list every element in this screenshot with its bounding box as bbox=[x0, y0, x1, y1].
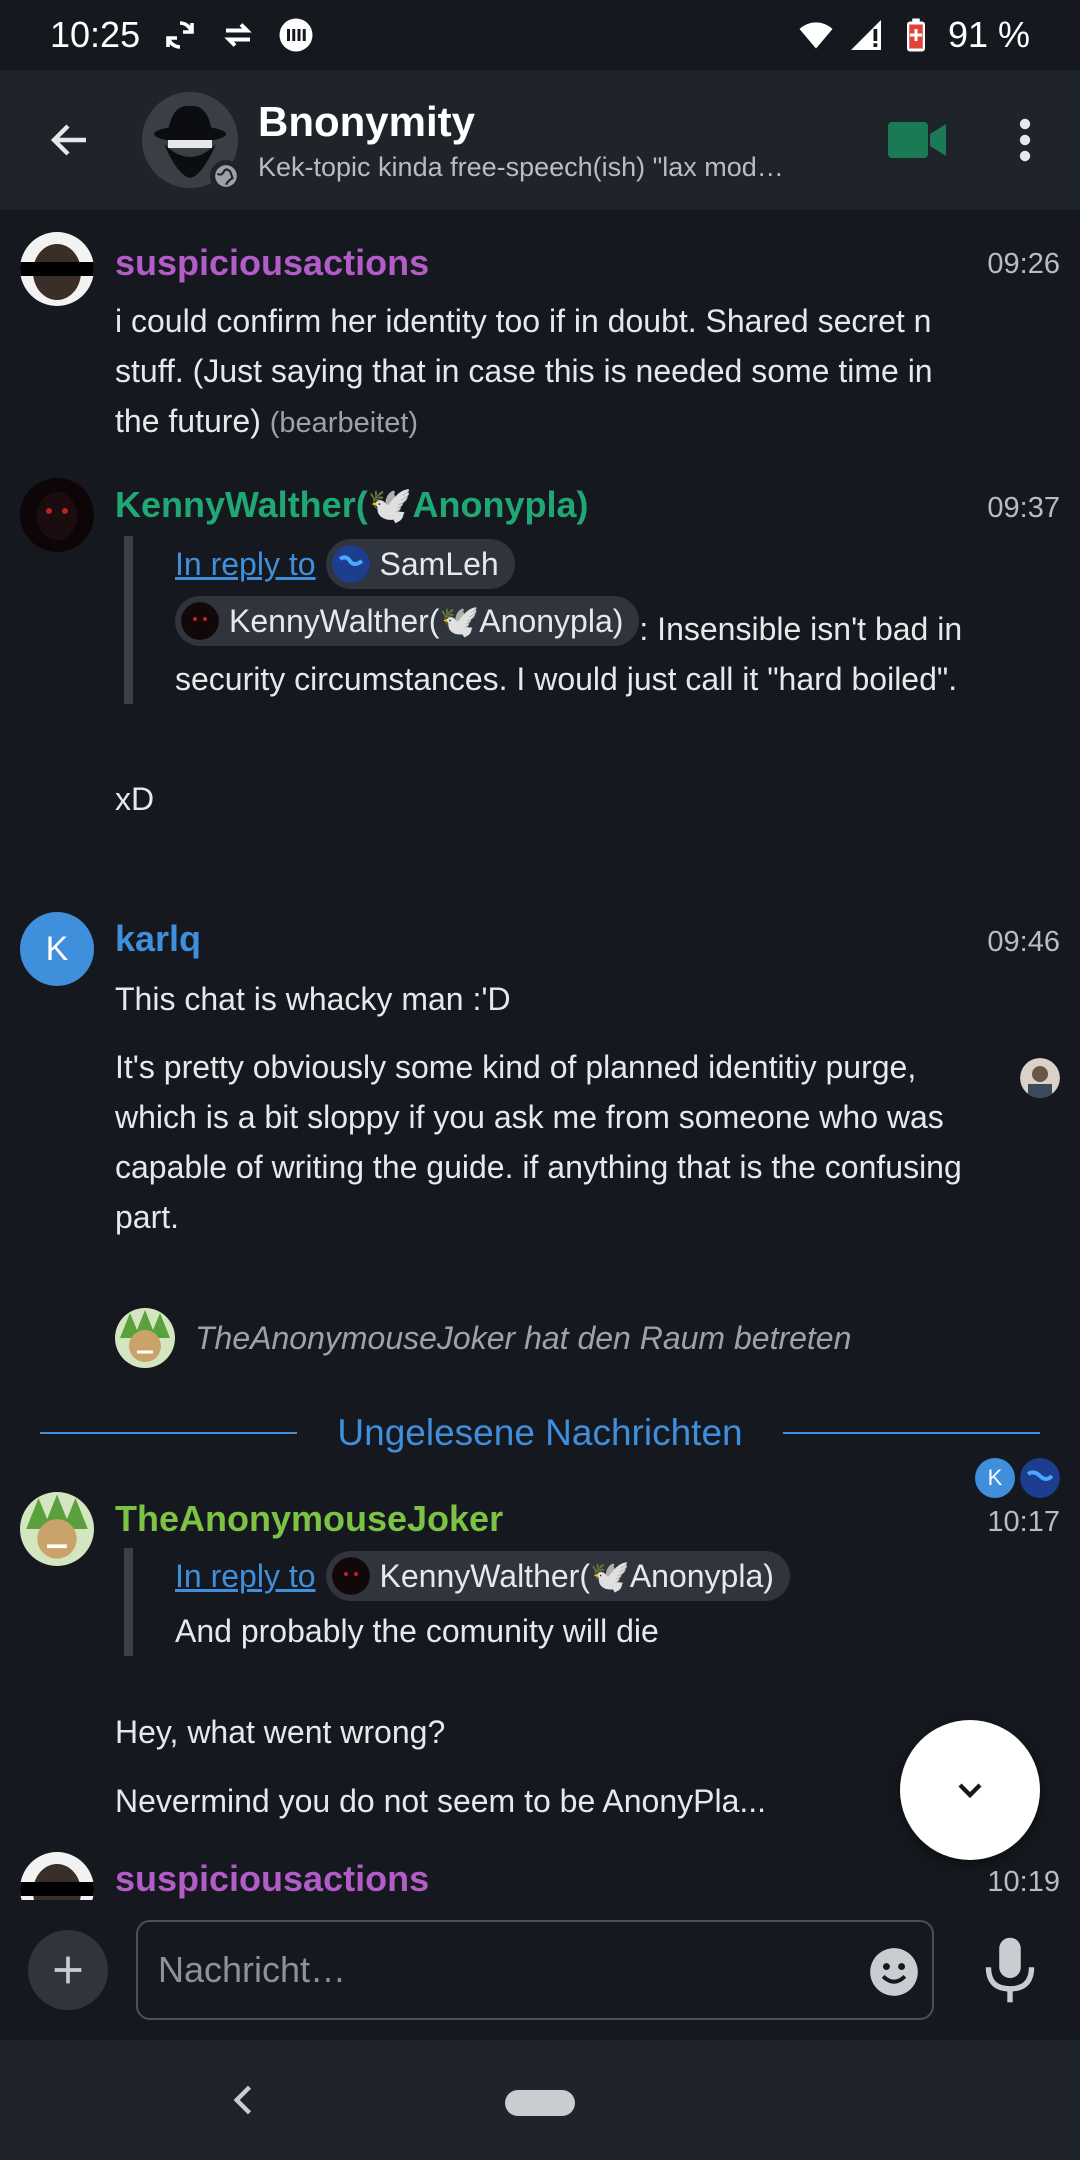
joker-avatar-icon bbox=[115, 1308, 175, 1368]
user-avatar[interactable]: K bbox=[20, 912, 94, 986]
cell-signal-icon bbox=[850, 20, 881, 50]
censored-face-icon bbox=[20, 232, 94, 306]
membership-event: TheAnonymouseJoker hat den Raum betreten bbox=[115, 1308, 851, 1368]
more-vertical-icon bbox=[1019, 118, 1031, 162]
public-room-badge bbox=[210, 160, 242, 192]
user-pill[interactable]: KennyWalther(🕊️Anonypla) bbox=[325, 1551, 790, 1601]
user-avatar[interactable] bbox=[20, 232, 94, 306]
plus-icon bbox=[54, 1956, 82, 1984]
more-options-button[interactable] bbox=[1000, 110, 1050, 170]
message-text: Hey, what went wrong? bbox=[115, 1714, 446, 1750]
message-text: It's pretty obviously some kind of plann… bbox=[115, 1049, 962, 1235]
reply-header: In reply to KennyWalther(🕊️Anonypla) bbox=[175, 1548, 984, 1604]
event-text: TheAnonymouseJoker hat den Raum betreten bbox=[195, 1319, 852, 1356]
message-input-placeholder: Nachricht… bbox=[158, 1949, 347, 1990]
app-notification-icon bbox=[279, 18, 313, 52]
masked-face-icon bbox=[331, 1557, 370, 1595]
sender-name[interactable]: TheAnonymouseJoker bbox=[115, 1498, 503, 1540]
message-body: i could confirm her identity too if in d… bbox=[115, 296, 965, 448]
user-avatar[interactable] bbox=[115, 1308, 175, 1368]
masked-face-icon bbox=[20, 478, 94, 552]
message-timeline[interactable]: suspiciousactions 09:26 i could confirm … bbox=[0, 210, 1080, 1900]
message-time: 09:46 bbox=[987, 926, 1060, 958]
wifi-icon bbox=[799, 22, 833, 49]
message-text: i could confirm her identity too if in d… bbox=[115, 303, 933, 439]
masked-face-icon bbox=[181, 602, 219, 640]
read-receipt-avatar[interactable]: K bbox=[975, 1458, 1015, 1498]
attach-button[interactable] bbox=[28, 1930, 108, 2010]
in-reply-to-link[interactable]: In reply to bbox=[175, 536, 316, 592]
user-avatar[interactable] bbox=[20, 1492, 94, 1566]
emoji-icon[interactable] bbox=[868, 1946, 920, 1998]
room-title: Bnonymity bbox=[258, 97, 476, 145]
user-pill[interactable]: KennyWalther(🕊️Anonypla) bbox=[175, 596, 640, 646]
message-time: 09:37 bbox=[987, 492, 1060, 524]
video-call-button[interactable] bbox=[888, 114, 948, 166]
message-time: 10:19 bbox=[987, 1866, 1060, 1898]
room-info[interactable]: Bnonymity Kek-topic kinda free-speech(is… bbox=[258, 98, 858, 183]
message-input[interactable]: Nachricht… bbox=[136, 1920, 934, 2020]
scroll-to-bottom-button[interactable] bbox=[900, 1720, 1040, 1860]
quoted-message: KennyWalther(🕊️Anonypla) : Insensible is… bbox=[175, 596, 984, 704]
sync-icon bbox=[166, 21, 194, 49]
message-time: 09:26 bbox=[987, 248, 1060, 280]
nav-back-icon[interactable] bbox=[222, 2078, 266, 2122]
user-avatar[interactable] bbox=[20, 1852, 94, 1900]
sender-name[interactable]: KennyWalther(🕊️Anonypla) bbox=[115, 484, 589, 526]
chevron-down-icon bbox=[958, 1783, 982, 1799]
divider-line bbox=[40, 1432, 298, 1434]
room-topic: Kek-topic kinda free-speech(ish) "lax mo… bbox=[258, 151, 784, 182]
in-reply-to-link[interactable]: In reply to bbox=[175, 1548, 316, 1604]
video-camera-icon bbox=[888, 122, 946, 158]
reply-header: In reply to SamLeh bbox=[175, 536, 984, 592]
sender-name[interactable]: suspiciousactions bbox=[115, 242, 429, 284]
microphone-icon bbox=[985, 1937, 1035, 2003]
battery-level: 91 % bbox=[947, 14, 1030, 55]
reply-quote[interactable]: In reply to SamLeh KennyWalther(🕊️Anonyp… bbox=[124, 536, 984, 704]
unread-label: Ungelesene Nachrichten bbox=[337, 1412, 743, 1453]
read-receipt-avatar[interactable] bbox=[1020, 1058, 1060, 1098]
censored-face-icon bbox=[20, 1852, 94, 1900]
user-pill[interactable]: SamLeh bbox=[325, 539, 515, 589]
divider-line bbox=[782, 1432, 1041, 1434]
quoted-text: And probably the comunity will die bbox=[175, 1613, 659, 1649]
joker-avatar-icon bbox=[20, 1492, 94, 1566]
status-bar: 10:25 91 % bbox=[0, 0, 1080, 70]
data-transfer-icon bbox=[224, 23, 252, 47]
sender-name[interactable]: suspiciousactions bbox=[115, 1858, 429, 1900]
message-text: This chat is whacky man :'D bbox=[115, 981, 511, 1017]
message-time: 10:17 bbox=[987, 1506, 1060, 1538]
voice-message-button[interactable] bbox=[975, 1930, 1045, 2010]
unread-divider: Ungelesene Nachrichten bbox=[40, 1412, 1041, 1454]
earth-avatar-icon bbox=[331, 545, 370, 583]
message-composer: Nachricht… bbox=[0, 1900, 1080, 2040]
sender-name[interactable]: karlq bbox=[115, 918, 201, 960]
nav-home-pill[interactable] bbox=[505, 2090, 575, 2116]
arrow-back-icon bbox=[50, 124, 86, 156]
read-receipt-avatar[interactable] bbox=[1020, 1458, 1060, 1498]
globe-icon bbox=[215, 165, 237, 187]
system-navigation-bar bbox=[0, 2040, 1080, 2160]
message-text: xD bbox=[115, 781, 155, 817]
room-avatar[interactable] bbox=[142, 92, 242, 192]
room-header: Bnonymity Kek-topic kinda free-speech(is… bbox=[0, 70, 1080, 210]
message-text: Nevermind you do not seem to be AnonyPla… bbox=[115, 1783, 767, 1819]
user-avatar[interactable] bbox=[20, 478, 94, 552]
edited-marker: (bearbeitet) bbox=[269, 407, 419, 439]
battery-icon bbox=[906, 18, 925, 52]
back-button[interactable] bbox=[0, 70, 140, 210]
reply-quote[interactable]: In reply to KennyWalther(🕊️Anonypla) And… bbox=[124, 1548, 984, 1656]
status-time: 10:25 bbox=[50, 14, 141, 55]
